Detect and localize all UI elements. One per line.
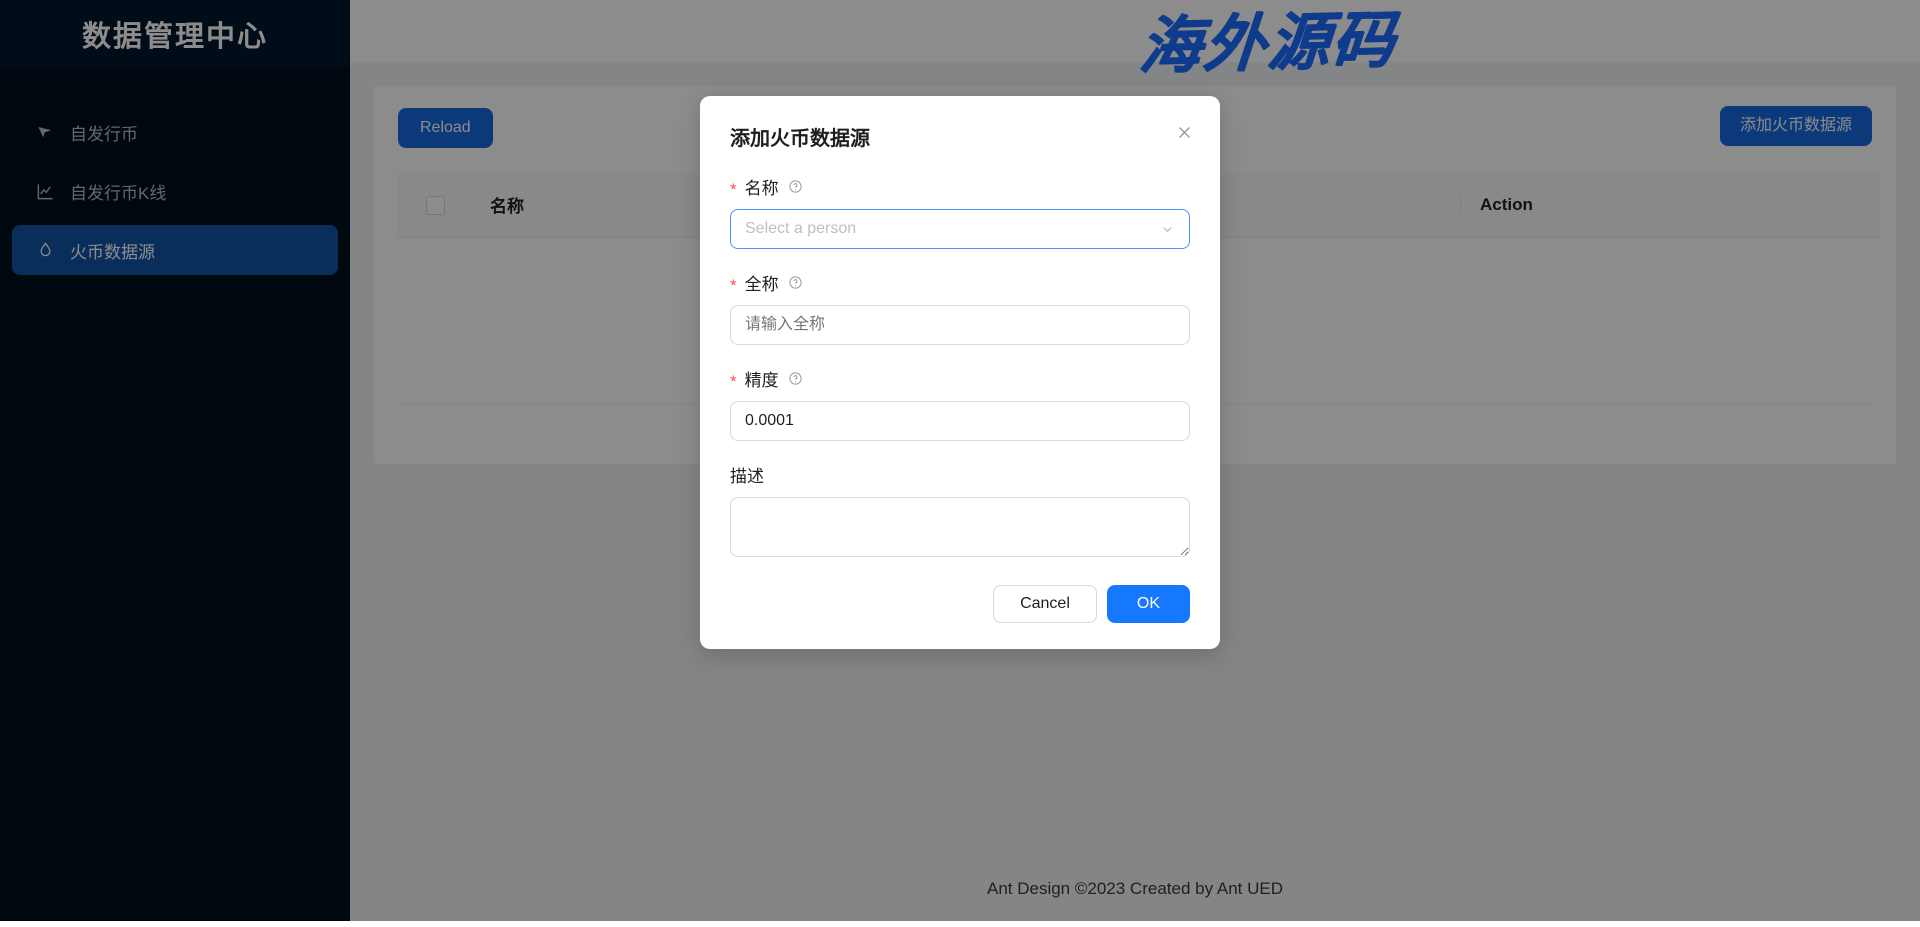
bottom-strip [0, 921, 1920, 927]
required-star: * [730, 275, 737, 295]
name-select-placeholder: Select a person [745, 220, 857, 237]
form-label-description: 描述 [730, 461, 1190, 487]
name-select[interactable]: Select a person [730, 209, 1190, 249]
label-text: 全称 [744, 274, 779, 294]
description-textarea[interactable] [730, 497, 1190, 557]
label-text: 描述 [730, 466, 764, 486]
precision-input[interactable] [730, 401, 1190, 441]
question-circle-icon[interactable] [788, 178, 804, 194]
close-icon[interactable] [1172, 120, 1196, 144]
question-circle-icon[interactable] [788, 370, 804, 386]
modal-footer: Cancel OK [730, 585, 1190, 623]
form-item-description: 描述 [730, 461, 1190, 557]
required-star: * [730, 371, 737, 391]
label-text: 名称 [744, 178, 779, 198]
form-item-precision: * 精度 [730, 365, 1190, 441]
modal-title: 添加火币数据源 [730, 128, 870, 150]
fullname-input[interactable] [730, 305, 1190, 345]
form-item-fullname: * 全称 [730, 269, 1190, 345]
form-label-name: * 名称 [730, 173, 1190, 199]
form-item-name: * 名称 Select a person [730, 173, 1190, 249]
add-huobi-datasource-modal: 添加火币数据源 * 名称 Select a person * 全称 请输入全称 … [700, 96, 1220, 649]
form-label-precision: * 精度 [730, 365, 1190, 391]
required-star: * [730, 179, 737, 199]
cancel-button[interactable]: Cancel [993, 585, 1097, 623]
chevron-down-icon [1160, 222, 1175, 237]
question-circle-icon[interactable] [788, 274, 804, 290]
app-root: 数据管理中心 自发行币 自发行币K线 火币数据源 海外源码 Reload 添加火… [0, 0, 1920, 927]
ok-button[interactable]: OK [1106, 585, 1190, 623]
label-text: 精度 [744, 370, 779, 390]
form-label-fullname: * 全称 [730, 269, 1190, 295]
